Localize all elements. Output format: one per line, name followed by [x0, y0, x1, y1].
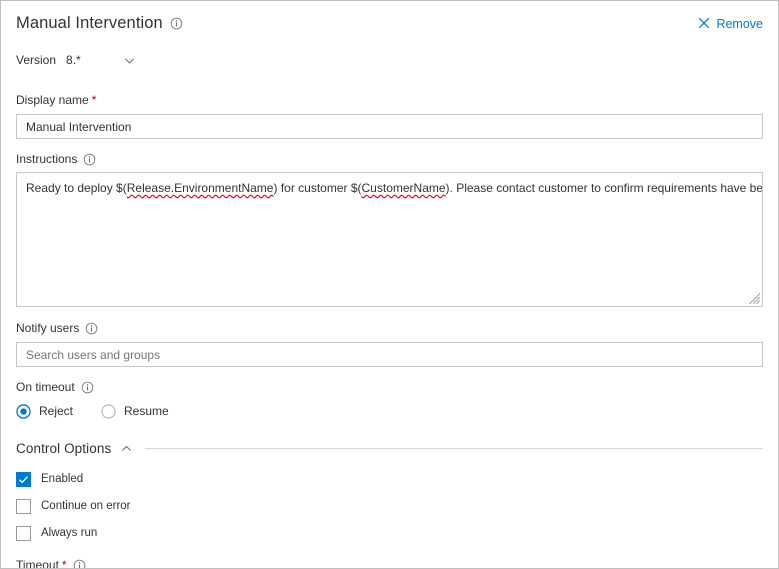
checkbox-unchecked-icon — [16, 499, 31, 514]
checkbox-continue-on-error-label: Continue on error — [41, 500, 131, 512]
control-options-title: Control Options — [16, 441, 112, 456]
info-icon[interactable] — [81, 381, 94, 394]
display-name-label: Display name * — [16, 92, 763, 108]
checkbox-enabled-label: Enabled — [41, 473, 84, 485]
task-title-group: Manual Intervention — [16, 13, 183, 33]
timeout-label: Timeout * — [16, 557, 763, 569]
timeout-field: Timeout * — [16, 557, 763, 569]
display-name-field: Display name * — [16, 92, 763, 139]
chevron-up-icon[interactable] — [120, 442, 133, 455]
close-icon — [698, 17, 710, 31]
required-marker: * — [91, 93, 97, 107]
on-timeout-label: On timeout — [16, 379, 763, 395]
instructions-textarea-value: Ready to deploy $(Release.EnvironmentNam… — [17, 173, 762, 196]
notify-users-label-text: Notify users — [16, 321, 80, 335]
version-label: Version — [16, 53, 57, 67]
resize-handle[interactable] — [748, 292, 761, 305]
required-marker: * — [61, 558, 67, 569]
instructions-label-text: Instructions — [16, 152, 78, 166]
display-name-input[interactable] — [16, 114, 763, 139]
checkbox-continue-on-error[interactable]: Continue on error — [16, 499, 763, 514]
on-timeout-label-text: On timeout — [16, 380, 75, 394]
info-icon[interactable] — [85, 322, 98, 335]
task-editor-panel: Manual Intervention Remove Version 8.* D… — [0, 0, 779, 569]
radio-selected-icon — [16, 404, 31, 419]
radio-resume[interactable]: Resume — [101, 404, 169, 419]
info-icon[interactable] — [83, 153, 96, 166]
on-timeout-radio-group: Reject Resume — [16, 404, 763, 419]
checkbox-enabled[interactable]: Enabled — [16, 472, 763, 487]
task-header: Manual Intervention Remove — [16, 1, 763, 37]
notify-users-field: Notify users — [16, 320, 763, 367]
radio-reject[interactable]: Reject — [16, 404, 73, 419]
display-name-label-text: Display name — [16, 93, 89, 107]
instructions-label: Instructions — [16, 151, 763, 167]
instructions-variable-token: Release.EnvironmentName — [126, 181, 274, 195]
checkbox-always-run-label: Always run — [41, 527, 98, 539]
notify-users-input[interactable] — [16, 342, 763, 367]
instructions-textarea[interactable]: Ready to deploy $(Release.EnvironmentNam… — [16, 172, 763, 307]
instructions-text-run: Ready to deploy $( — [26, 181, 127, 195]
remove-button[interactable]: Remove — [698, 13, 763, 32]
control-options-header[interactable]: Control Options — [16, 441, 763, 456]
radio-reject-label: Reject — [39, 404, 74, 418]
version-row: Version 8.* — [16, 50, 763, 70]
checkbox-unchecked-icon — [16, 526, 31, 541]
info-icon[interactable] — [73, 559, 86, 568]
remove-button-label: Remove — [716, 17, 763, 31]
radio-unselected-icon — [101, 404, 116, 419]
on-timeout-field: On timeout Reject Resume — [16, 379, 763, 419]
section-divider — [145, 448, 763, 449]
page-title: Manual Intervention — [16, 14, 163, 32]
instructions-text-run: ). Please contact customer to confirm re… — [445, 181, 763, 195]
checkbox-checked-icon — [16, 472, 31, 487]
instructions-text-run: ) for customer $( — [273, 181, 362, 195]
info-icon[interactable] — [170, 17, 183, 30]
timeout-label-text: Timeout — [16, 558, 59, 569]
radio-resume-label: Resume — [124, 404, 169, 418]
instructions-field: Instructions Ready to deploy $(Release.E… — [16, 151, 763, 307]
checkbox-always-run[interactable]: Always run — [16, 526, 763, 541]
chevron-down-icon[interactable] — [123, 54, 136, 67]
instructions-variable-token: CustomerName — [361, 181, 446, 195]
version-value: 8.* — [66, 53, 81, 67]
notify-users-label: Notify users — [16, 320, 763, 336]
